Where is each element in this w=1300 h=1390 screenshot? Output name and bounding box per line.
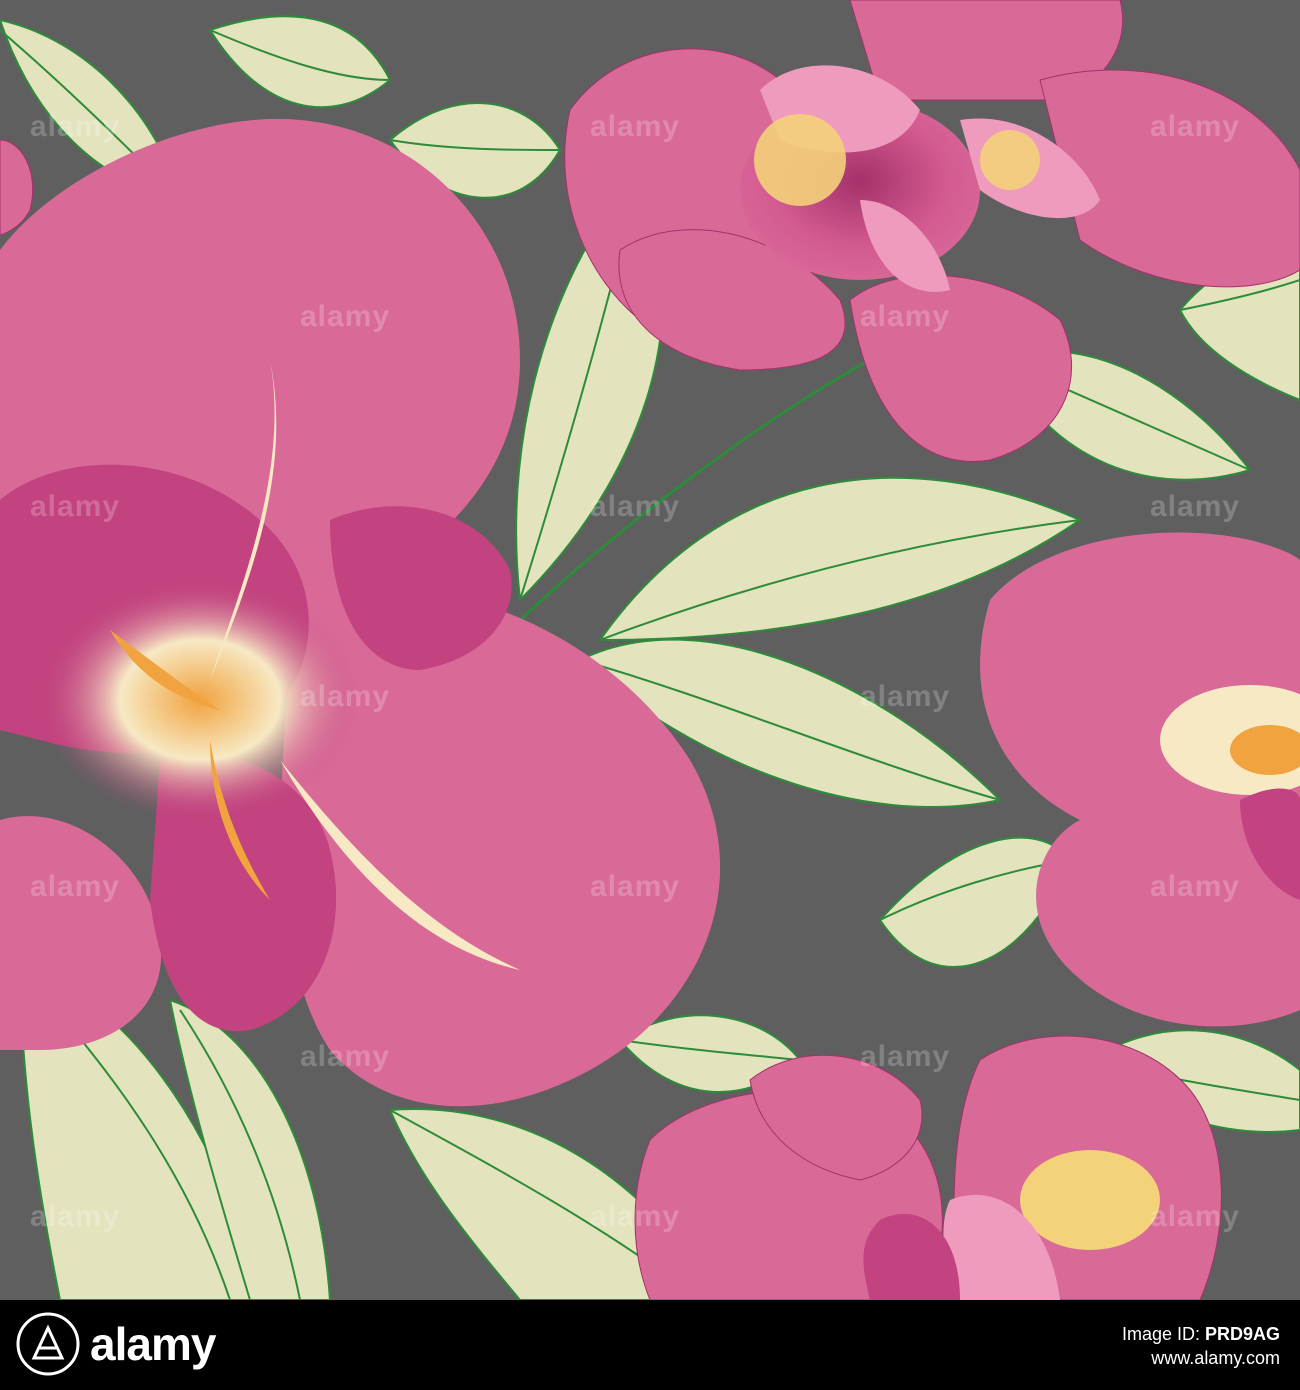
image-id-value: PRD9AG — [1204, 1324, 1280, 1344]
alamy-logo-icon — [16, 1312, 80, 1376]
stock-footer-bar: alamy Image ID: PRD9AG www.alamy.com — [0, 1300, 1300, 1390]
alamy-brand-text: alamy — [90, 1318, 216, 1370]
floral-pattern-svg — [0, 0, 1300, 1300]
image-id-label: Image ID: — [1121, 1324, 1205, 1344]
alamy-logo[interactable]: alamy — [16, 1312, 216, 1376]
image-id-row: Image ID: PRD9AG — [1122, 1322, 1280, 1346]
site-url[interactable]: www.alamy.com — [1122, 1346, 1280, 1370]
floral-artwork: alamy alamy alamy alamy alamy alamy alam… — [0, 0, 1300, 1300]
image-meta: Image ID: PRD9AG www.alamy.com — [1122, 1322, 1280, 1370]
